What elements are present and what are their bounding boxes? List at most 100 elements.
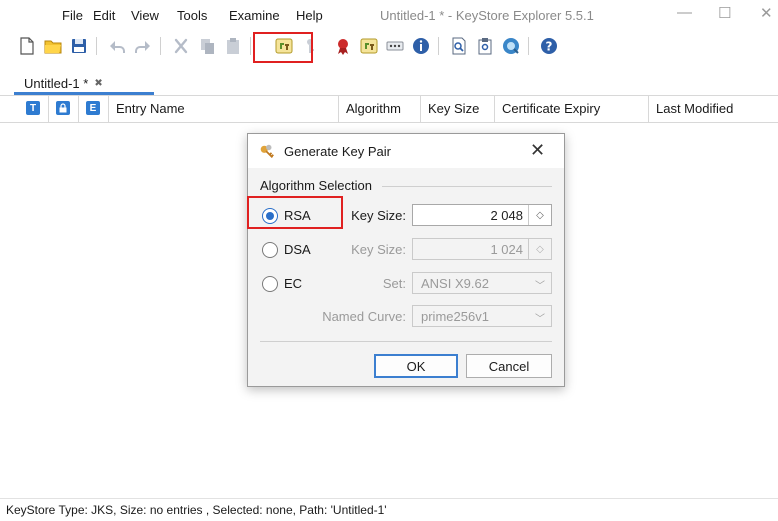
toolbar-separator xyxy=(438,37,439,55)
examine-ssl-icon xyxy=(503,38,519,54)
cut-button[interactable] xyxy=(168,34,194,58)
named-curve-value: prime256v1 xyxy=(421,309,489,324)
ec-set-value: ANSI X9.62 xyxy=(421,276,489,291)
toolbar-separator xyxy=(96,37,97,55)
dsa-radio[interactable] xyxy=(262,242,278,258)
status-text: KeyStore Type: JKS, Size: no entries , S… xyxy=(6,503,387,517)
ec-set-label: Set: xyxy=(382,276,406,291)
svg-text:?: ? xyxy=(546,40,553,54)
save-keystore-button[interactable] xyxy=(66,34,92,58)
properties-button[interactable] xyxy=(408,34,434,58)
column-last-modified[interactable]: Last Modified xyxy=(656,101,733,116)
column-separator xyxy=(494,96,495,122)
key-pair-icon xyxy=(260,144,274,159)
cut-icon xyxy=(174,38,188,54)
dsa-key-size-spinner[interactable]: 1 024 ◇ xyxy=(412,238,552,260)
examine-ssl-button[interactable] xyxy=(498,34,524,58)
column-separator xyxy=(78,96,79,122)
open-keystore-icon xyxy=(44,40,62,54)
menu-tools[interactable]: Tools xyxy=(177,8,207,23)
menu-file[interactable]: File xyxy=(62,8,83,23)
set-password-icon xyxy=(386,41,404,51)
maximize-button[interactable]: ☐ xyxy=(718,4,731,22)
cancel-button[interactable]: Cancel xyxy=(466,354,552,378)
generate-key-pair-dialog: Generate Key Pair ✕ Algorithm Selection … xyxy=(247,133,565,387)
redo-button[interactable] xyxy=(130,34,156,58)
expiry-status-column-icon[interactable]: E xyxy=(86,101,100,115)
highlight-rsa-option xyxy=(247,196,343,229)
lock-icon xyxy=(59,103,67,113)
menu-help[interactable]: Help xyxy=(296,8,323,23)
properties-icon xyxy=(413,38,429,54)
column-certificate-expiry[interactable]: Certificate Expiry xyxy=(502,101,600,116)
dsa-radio-label[interactable]: DSA xyxy=(284,242,311,257)
examine-file-button[interactable] xyxy=(446,34,472,58)
chevron-down-icon: ﹀ xyxy=(535,281,545,292)
column-algorithm[interactable]: Algorithm xyxy=(346,101,401,116)
examine-file-icon xyxy=(452,37,466,55)
column-entry-name[interactable]: Entry Name xyxy=(116,101,185,116)
save-keystore-icon xyxy=(72,39,86,53)
tab-close-icon[interactable]: ✖ xyxy=(94,78,102,89)
table-header: T E Entry Name Algorithm Key Size Certif… xyxy=(0,96,778,123)
ec-radio[interactable] xyxy=(262,276,278,292)
redo-icon xyxy=(135,41,150,53)
column-separator xyxy=(648,96,649,122)
spinner-arrows-icon[interactable]: ◇ xyxy=(528,205,551,225)
open-keystore-button[interactable] xyxy=(40,34,66,58)
undo-icon xyxy=(110,41,125,53)
import-key-pair-icon xyxy=(360,38,378,54)
dsa-key-size-label: Key Size: xyxy=(351,242,406,257)
menu-view[interactable]: View xyxy=(131,8,159,23)
algorithm-selection-label: Algorithm Selection xyxy=(260,178,372,193)
named-curve-label: Named Curve: xyxy=(322,309,406,324)
window-title: Untitled-1 * - KeyStore Explorer 5.5.1 xyxy=(380,8,594,23)
status-bar: KeyStore Type: JKS, Size: no entries , S… xyxy=(0,498,778,521)
new-keystore-button[interactable] xyxy=(14,34,40,58)
menu-examine[interactable]: Examine xyxy=(229,8,280,23)
column-separator xyxy=(338,96,339,122)
rsa-key-size-spinner[interactable]: 2 048 ◇ xyxy=(412,204,552,226)
dialog-title-bar[interactable]: Generate Key Pair ✕ xyxy=(248,134,564,168)
chevron-down-icon: ﹀ xyxy=(535,314,545,325)
tab-label: Untitled-1 * xyxy=(24,75,89,91)
rsa-key-size-label: Key Size: xyxy=(351,208,406,223)
column-separator xyxy=(48,96,49,122)
toolbar-separator xyxy=(250,37,251,55)
ec-set-dropdown[interactable]: ANSI X9.62 ﹀ xyxy=(412,272,552,294)
menu-edit[interactable]: Edit xyxy=(93,8,115,23)
named-curve-dropdown[interactable]: prime256v1 ﹀ xyxy=(412,305,552,327)
entry-type-column-icon[interactable]: T xyxy=(26,101,40,115)
column-separator xyxy=(108,96,109,122)
toolbar: ? xyxy=(0,30,778,64)
rsa-key-size-value[interactable]: 2 048 xyxy=(490,208,523,223)
lock-status-column-icon[interactable] xyxy=(56,101,70,115)
copy-button[interactable] xyxy=(194,34,220,58)
ok-button[interactable]: OK xyxy=(374,354,458,378)
undo-button[interactable] xyxy=(104,34,130,58)
set-password-button[interactable] xyxy=(382,34,408,58)
import-trusted-certificate-button[interactable] xyxy=(330,34,356,58)
import-key-pair-button[interactable] xyxy=(356,34,382,58)
dsa-key-size-value[interactable]: 1 024 xyxy=(490,242,523,257)
help-button[interactable]: ? xyxy=(536,34,562,58)
column-separator xyxy=(420,96,421,122)
spinner-arrows-icon[interactable]: ◇ xyxy=(528,239,551,259)
toolbar-separator xyxy=(528,37,529,55)
dialog-separator xyxy=(260,341,552,342)
column-key-size[interactable]: Key Size xyxy=(428,101,479,116)
help-icon: ? xyxy=(541,38,557,54)
import-trusted-certificate-icon xyxy=(338,39,348,55)
dialog-close-icon[interactable]: ✕ xyxy=(530,140,545,161)
paste-icon xyxy=(227,38,239,54)
close-window-button[interactable]: ✕ xyxy=(760,4,773,22)
new-keystore-icon xyxy=(20,37,34,55)
highlight-generate-key-pair xyxy=(253,32,313,63)
examine-clipboard-button[interactable] xyxy=(472,34,498,58)
paste-button[interactable] xyxy=(220,34,246,58)
ec-radio-label[interactable]: EC xyxy=(284,276,302,291)
toolbar-separator xyxy=(160,37,161,55)
examine-clipboard-icon xyxy=(478,38,492,55)
minimize-button[interactable]: — xyxy=(677,4,692,21)
menu-bar: File Edit View Tools Examine Help Untitl… xyxy=(0,0,778,30)
